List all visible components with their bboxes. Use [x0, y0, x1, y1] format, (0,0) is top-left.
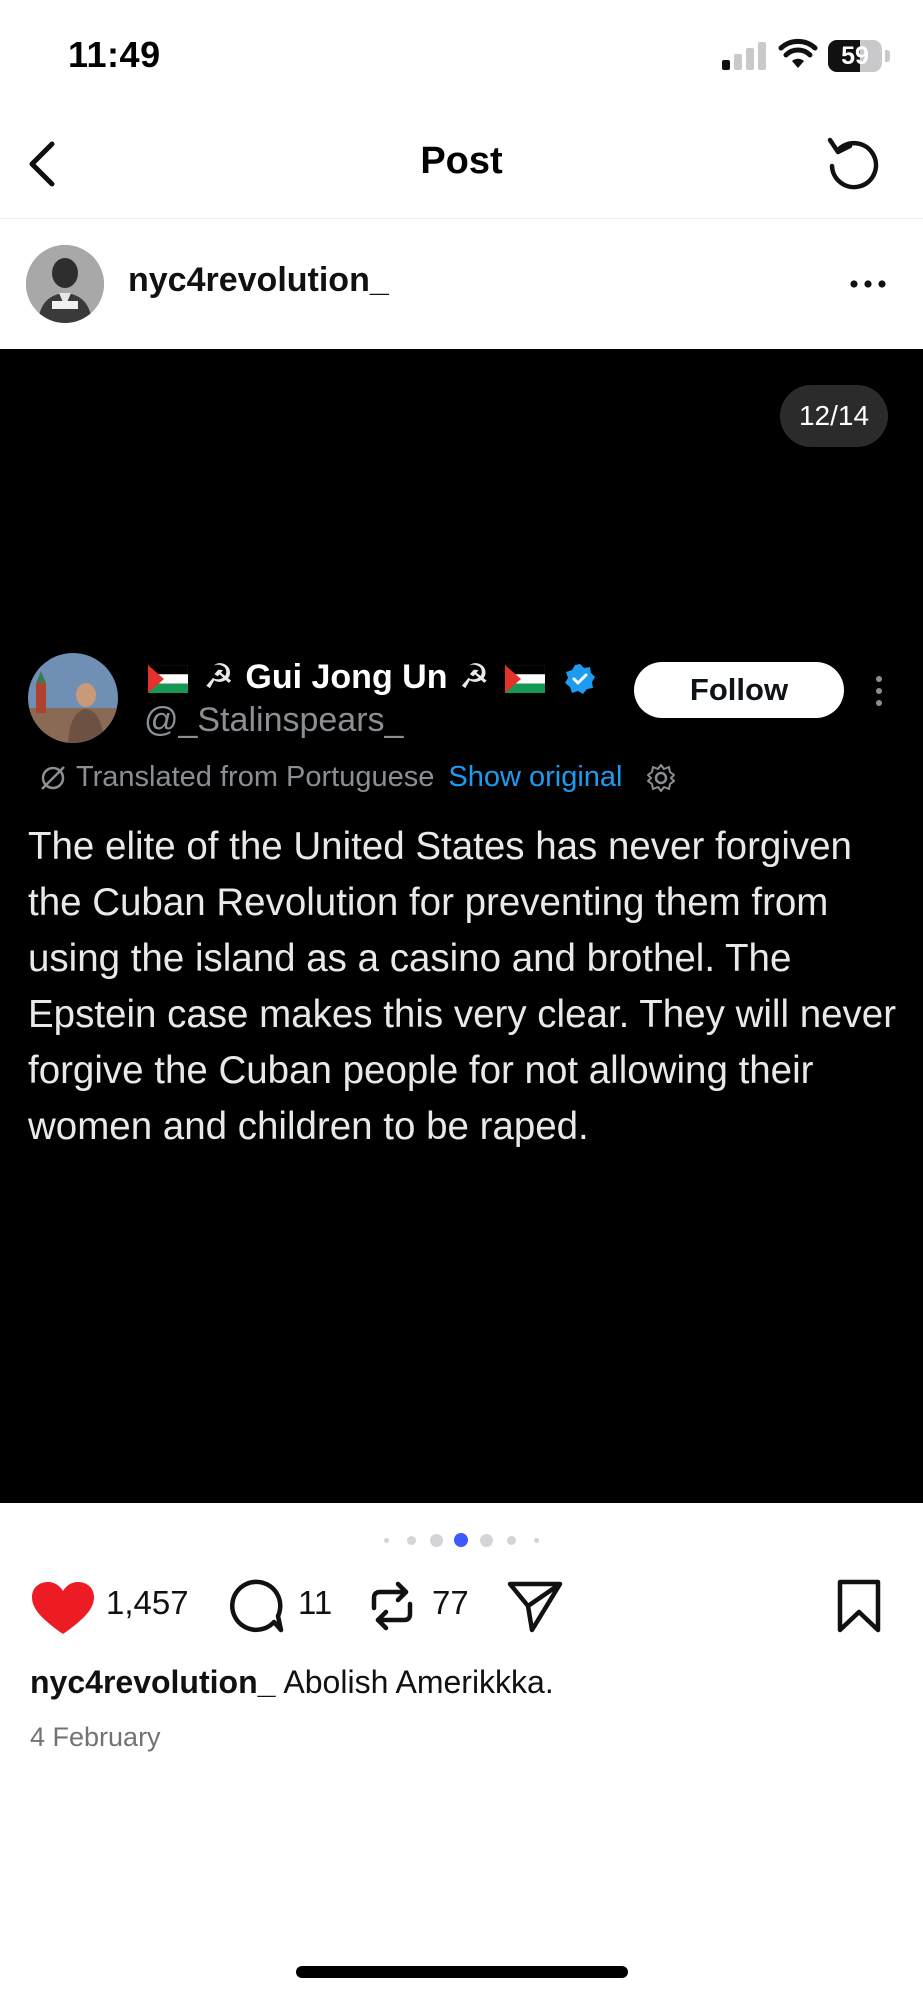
battery-percentage: 59 [841, 42, 869, 70]
avatar[interactable] [26, 245, 104, 323]
tweet-text: The elite of the United States has never… [28, 825, 897, 1148]
action-bar: 1,457 11 77 [0, 1570, 923, 1640]
media-counter: 12/14 [780, 385, 888, 447]
carousel-dot [406, 1535, 416, 1545]
verified-badge-icon [565, 664, 596, 695]
bookmark-icon[interactable] [836, 1578, 882, 1634]
carousel-dot [383, 1537, 389, 1543]
tweet-handle: @_Stalinspears_ [144, 701, 404, 739]
tweet-display-name-text: Gui Jong Un [245, 658, 448, 696]
caption-text: Abolish Amerikkka. [283, 1664, 554, 1700]
repost-count: 77 [432, 1584, 469, 1621]
comment-icon[interactable] [228, 1578, 284, 1634]
post-date: 4 February [30, 1722, 161, 1752]
tweet-avatar [28, 653, 118, 743]
repost-icon[interactable] [364, 1578, 420, 1634]
like-count: 1,457 [106, 1584, 189, 1621]
cellular-signal-icon [722, 40, 768, 70]
comment-count: 11 [298, 1584, 333, 1621]
wifi-icon [778, 38, 818, 68]
carousel-dot [479, 1533, 493, 1547]
tweet-more-icon [876, 676, 882, 706]
show-original-link: Show original [448, 761, 623, 793]
hammer-sickle-icon: ☭ [458, 658, 490, 696]
post-media[interactable]: 12/14 ☭ Gui Jong Un ☭ @_Stalinspears_ Fo… [0, 349, 923, 1503]
carousel-dot [429, 1533, 443, 1547]
follow-button: Follow [634, 662, 844, 718]
refresh-icon[interactable] [822, 132, 886, 196]
carousel-dot [506, 1535, 516, 1545]
post-username[interactable]: nyc4revolution_ [128, 261, 389, 300]
hammer-sickle-icon: ☭ [203, 658, 234, 696]
carousel-dot [533, 1537, 539, 1543]
gear-icon [646, 764, 675, 793]
caption-username[interactable]: nyc4revolution_ [30, 1664, 275, 1700]
heart-icon[interactable] [30, 1580, 96, 1636]
post-header: nyc4revolution_ [0, 219, 923, 349]
status-bar: 11:49 59 [0, 0, 923, 110]
more-options-icon[interactable] [846, 269, 890, 299]
post-caption: nyc4revolution_ Abolish Amerikkka. [30, 1664, 554, 1701]
carousel-dot [454, 1533, 468, 1547]
home-indicator[interactable] [296, 1966, 628, 1978]
tweet-display-name: ☭ Gui Jong Un ☭ [144, 657, 596, 697]
translate-icon [41, 766, 65, 791]
page-title: Post [420, 140, 503, 182]
share-icon[interactable] [506, 1578, 564, 1634]
nav-bar: Post [0, 110, 923, 219]
status-time: 11:49 [68, 34, 161, 75]
battery-icon: 59 [828, 40, 890, 72]
palestine-flag-icon [504, 665, 545, 694]
translated-label: Translated from Portuguese [76, 761, 435, 793]
palestine-flag-icon [148, 665, 188, 694]
carousel-dots [0, 1530, 923, 1550]
translation-row: Translated from Portuguese Show original [38, 761, 677, 801]
